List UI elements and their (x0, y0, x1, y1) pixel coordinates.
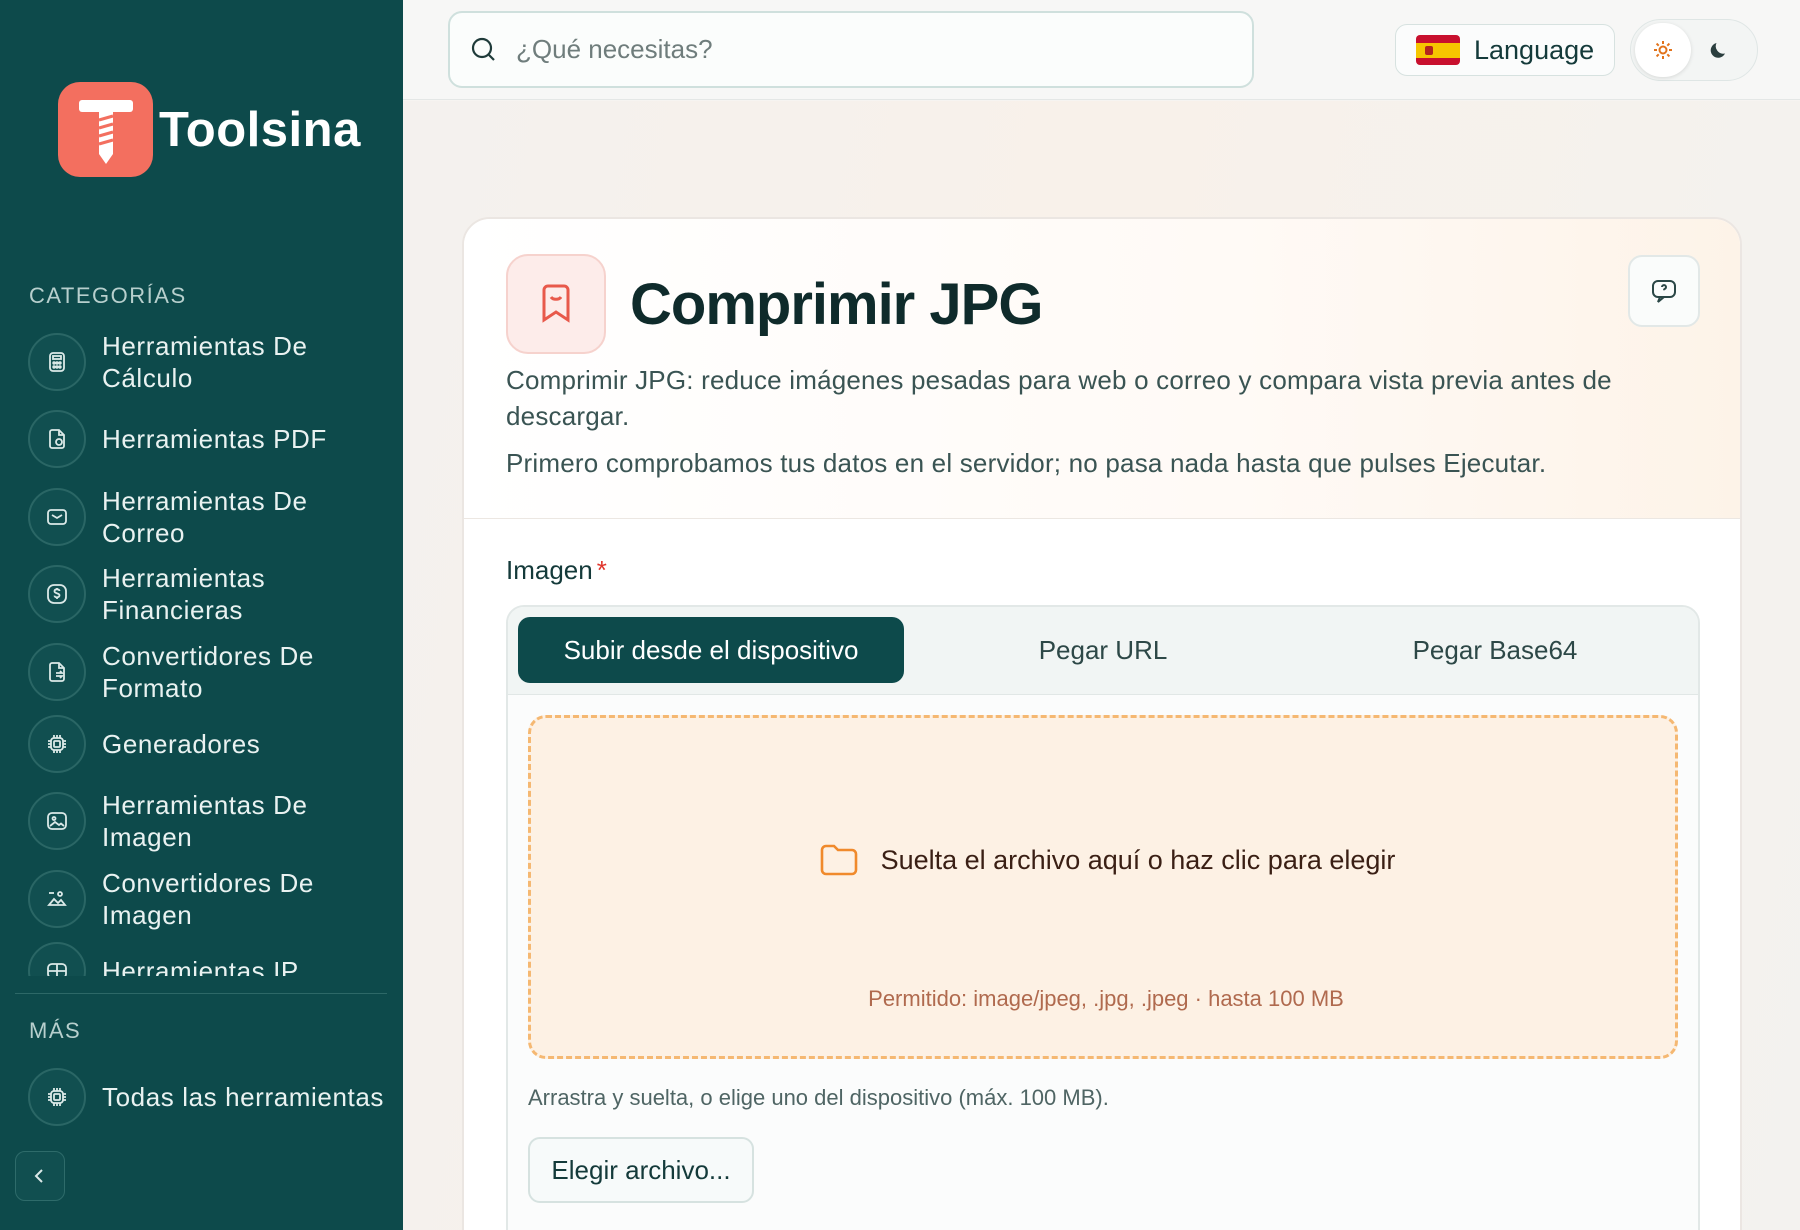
tool-notice: Primero comprobamos tus datos en el serv… (506, 448, 1547, 478)
tab-paste-url[interactable]: Pegar URL (908, 617, 1298, 683)
language-selector[interactable]: Language (1395, 24, 1615, 76)
chip-icon (28, 1068, 86, 1126)
sidebar-item-label: Convertidores De Imagen (102, 868, 314, 930)
sun-icon (1654, 41, 1672, 59)
file-dropzone[interactable]: Suelta el archivo aquí o haz clic para e… (528, 715, 1678, 1059)
tool-description: Comprimir JPG: reduce imágenes pesadas p… (506, 365, 1612, 431)
dropzone-prompt: Suelta el archivo aquí o haz clic para e… (531, 838, 1681, 882)
sidebar-item-ip[interactable]: Herramientas IP (28, 942, 388, 976)
dropzone-text: Suelta el archivo aquí o haz clic para e… (880, 844, 1396, 875)
sidebar-item-todas[interactable]: Todas las herramientas (28, 1068, 388, 1126)
dropzone-allowed-types: Permitido: image/jpeg, .jpg, .jpeg · has… (868, 986, 1344, 1011)
calculator-icon (28, 333, 86, 391)
mail-icon (28, 488, 86, 546)
chip-icon (28, 715, 86, 773)
moon-icon (1710, 43, 1725, 58)
language-label: Language (1474, 34, 1595, 65)
sidebar-item-label: Herramientas Financieras (102, 563, 266, 625)
file-convert-icon (28, 643, 86, 701)
collapse-sidebar-button[interactable] (15, 1151, 65, 1201)
sidebar-item-pdf[interactable]: Herramientas PDF (28, 410, 388, 468)
sidebar-item-label: Herramientas De Imagen (102, 790, 308, 852)
image-icon (28, 792, 86, 850)
page-title: Comprimir JPG (630, 272, 1043, 337)
spain-flag-icon (1416, 35, 1460, 65)
required-marker: * (596, 555, 607, 585)
sidebar-item-calculo[interactable]: Herramientas De Cálculo (28, 330, 388, 394)
sidebar-item-generadores[interactable]: Generadores (28, 715, 388, 773)
sidebar-divider (15, 993, 387, 994)
tool-card: Comprimir JPG Comprimir JPG: reduce imág… (462, 217, 1742, 1230)
network-icon (28, 942, 86, 976)
sidebar-item-financieras[interactable]: Herramientas Financieras (28, 562, 388, 626)
upload-helper-text: Arrastra y suelta, o elige uno del dispo… (528, 1085, 1109, 1110)
dollar-icon (28, 565, 86, 623)
sidebar-item-label: Convertidores De Formato (102, 641, 314, 703)
theme-toggle[interactable] (1630, 19, 1758, 81)
folder-icon (820, 844, 857, 876)
brand-logo[interactable]: Toolsina (58, 82, 361, 177)
sidebar-item-label: Todas las herramientas (102, 1082, 384, 1112)
sidebar-item-formato[interactable]: Convertidores De Formato (28, 640, 388, 704)
sidebar-item-label: Herramientas De Correo (102, 486, 308, 548)
tool-header: Comprimir JPG Comprimir JPG: reduce imág… (464, 219, 1740, 519)
sidebar-item-imagen[interactable]: Herramientas De Imagen (28, 789, 388, 853)
top-bar: Language (403, 0, 1800, 100)
choose-file-button[interactable]: Elegir archivo... (528, 1137, 754, 1203)
search-icon (471, 37, 495, 61)
pdf-file-icon (28, 410, 86, 468)
sidebar-item-label: Herramientas PDF (102, 424, 327, 454)
search-box[interactable] (448, 11, 1254, 88)
tab-upload-device[interactable]: Subir desde el dispositivo (518, 617, 904, 683)
sidebar-item-correo[interactable]: Herramientas De Correo (28, 485, 388, 549)
sidebar: Toolsina CATEGORÍAS Herramientas De Cálc… (0, 0, 403, 1230)
sidebar-item-convertidores-imagen[interactable]: Convertidores De Imagen (28, 867, 388, 931)
help-chat-icon (1652, 280, 1676, 303)
chevron-left-icon (34, 1169, 43, 1183)
tab-paste-base64[interactable]: Pegar Base64 (1300, 617, 1690, 683)
brand-name: Toolsina (159, 102, 361, 157)
sidebar-item-label: Herramientas IP (102, 956, 299, 976)
category-nav: Herramientas De Cálculo Herramientas PDF… (28, 330, 388, 976)
help-button[interactable] (1628, 255, 1700, 327)
image-convert-icon (28, 870, 86, 928)
dark-theme-button[interactable] (1691, 23, 1747, 77)
sidebar-item-label: Herramientas De Cálculo (102, 331, 308, 393)
search-input[interactable] (516, 34, 1216, 65)
logo-mark-icon (58, 82, 153, 177)
image-input-panel: Subir desde el dispositivo Pegar URL Peg… (506, 605, 1700, 1230)
image-field-label: Imagen * (506, 555, 607, 585)
more-heading: MÁS (29, 1018, 82, 1043)
light-theme-button[interactable] (1635, 23, 1691, 77)
input-source-tabs: Subir desde el dispositivo Pegar URL Peg… (508, 607, 1698, 695)
sidebar-item-label: Generadores (102, 729, 261, 759)
categories-heading: CATEGORÍAS (29, 283, 187, 308)
bookmark-icon (506, 254, 606, 354)
